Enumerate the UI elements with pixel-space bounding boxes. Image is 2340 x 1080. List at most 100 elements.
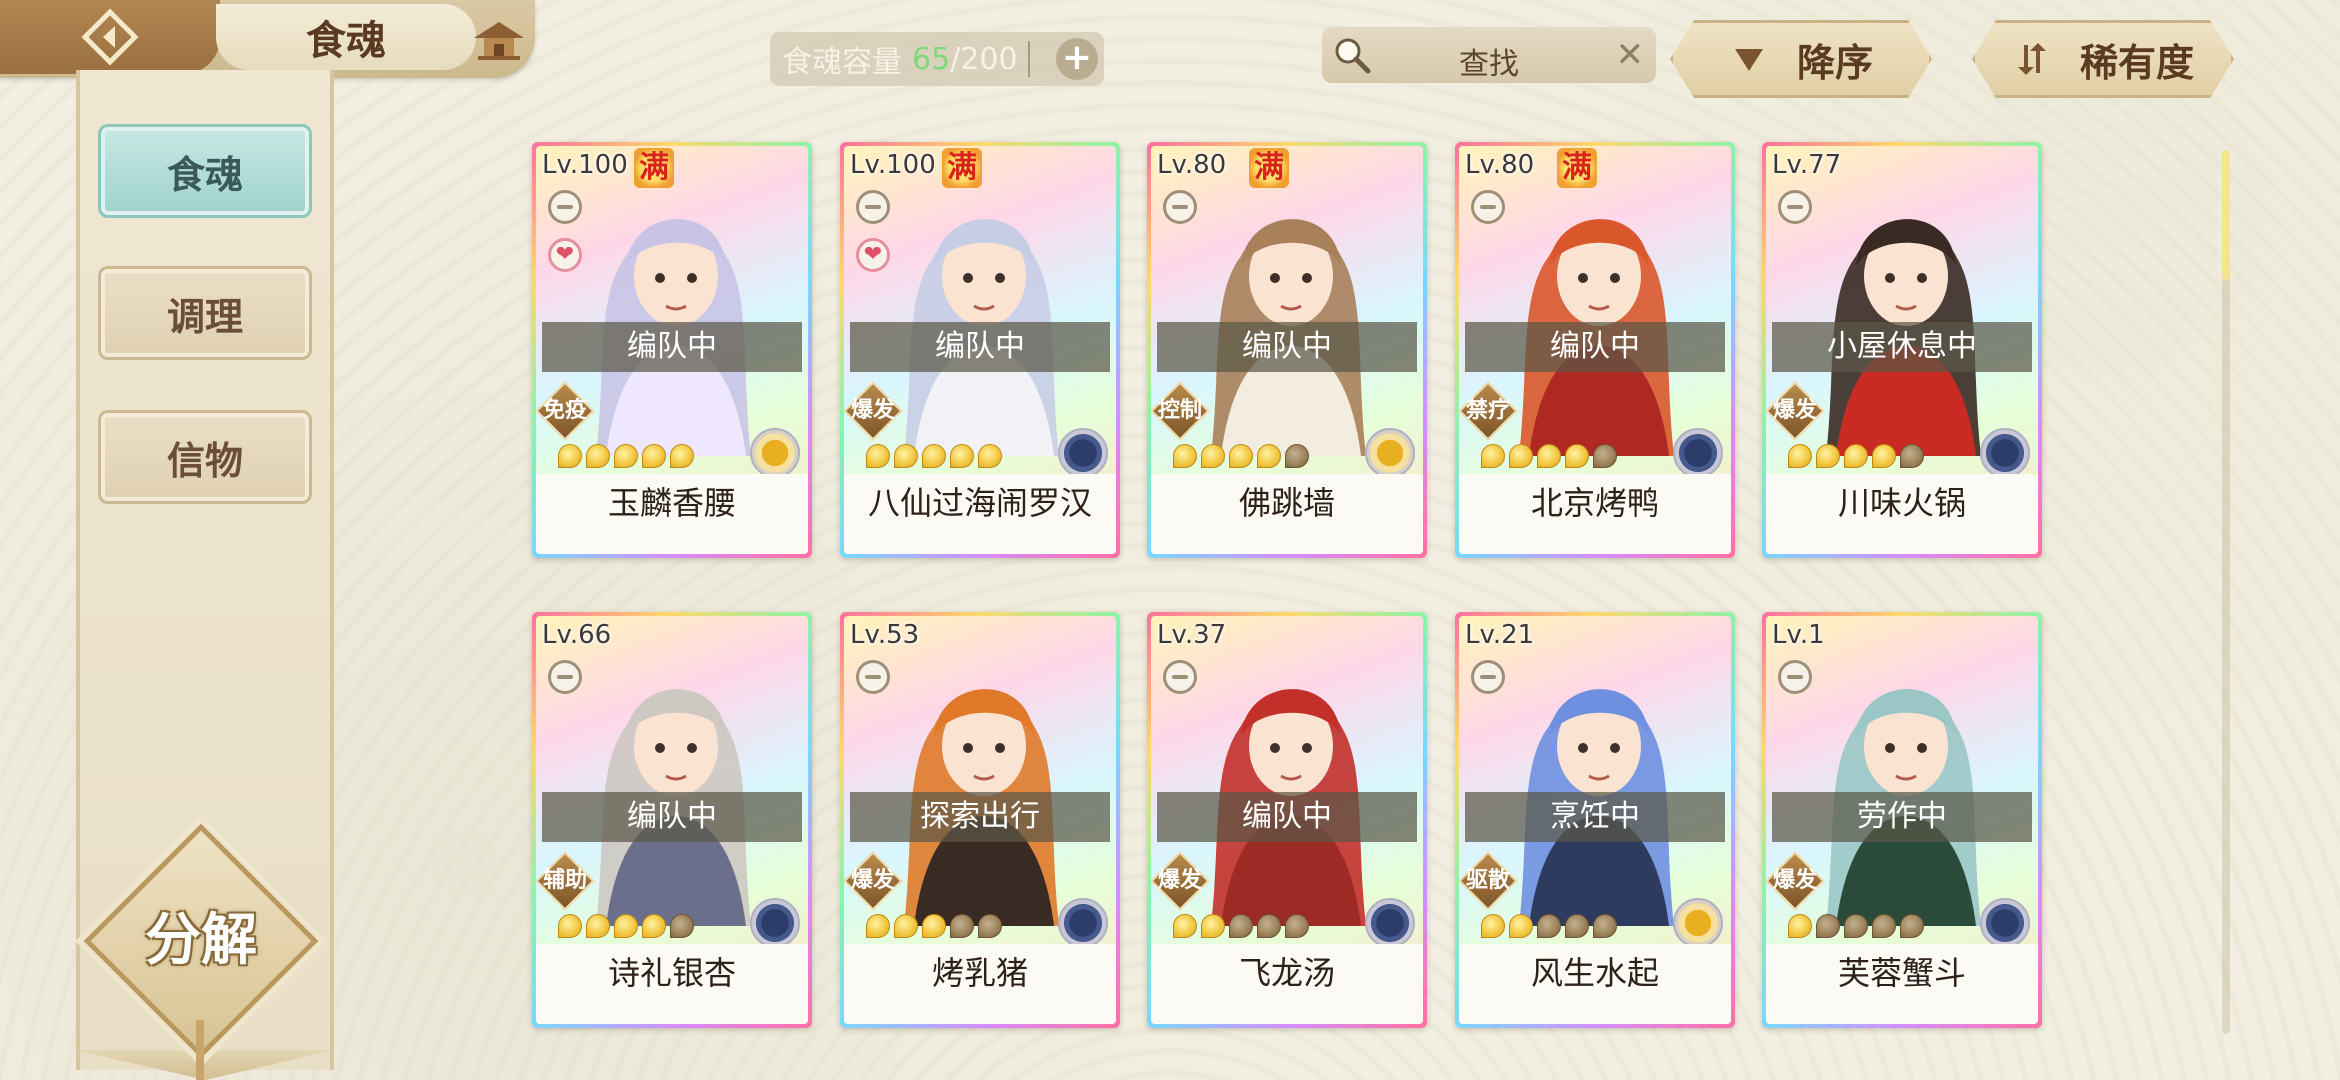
status-badge: 小屋休息中 (1772, 322, 2032, 372)
capacity-divider (1027, 41, 1030, 77)
star-rating (866, 914, 1006, 940)
food-soul-name: 北京烤鸭 (1530, 484, 1659, 522)
name-bar: 风生水起 (1459, 944, 1731, 1024)
tab-tokens[interactable]: 信物 (98, 410, 312, 504)
star-rating (1481, 444, 1621, 470)
bowl-icon[interactable] (856, 660, 890, 694)
name-bar: 佛跳墙 (1151, 474, 1423, 554)
level-label: Lv.53 (850, 620, 920, 650)
search-input[interactable]: 查找 (1322, 39, 1656, 83)
star-empty-icon (1816, 914, 1840, 938)
food-soul-card[interactable]: Lv.100 满 ❤ 编队中 爆发 八仙过海闹罗汉 (840, 142, 1120, 558)
status-badge: 编队中 (542, 322, 802, 372)
food-soul-card[interactable]: Lv.77 小屋休息中 爆发 川味火锅 (1762, 142, 2042, 558)
bowl-icon[interactable] (1163, 660, 1197, 694)
gold-leaf-icon (1673, 898, 1723, 948)
sort-key-button[interactable]: 稀有度 (1972, 20, 2234, 98)
star-empty-icon (1593, 444, 1617, 468)
bowl-icon[interactable] (548, 190, 582, 224)
food-soul-card[interactable]: Lv.80 满 编队中 控制 佛跳墙 (1147, 142, 1427, 558)
heart-icon[interactable]: ❤ (856, 238, 890, 272)
decompose-label[interactable]: 分解 (118, 900, 284, 980)
card-body: Lv.1 劳作中 爆发 芙蓉蟹斗 (1766, 616, 2038, 1024)
level-label: Lv.80 (1157, 150, 1227, 180)
bowl-icon[interactable] (1471, 660, 1505, 694)
back-arrow-icon (81, 8, 139, 66)
star-empty-icon (670, 914, 694, 938)
max-level-badge: 满 (634, 148, 674, 188)
star-filled-icon (950, 444, 974, 468)
clear-search-icon[interactable]: ✕ (1616, 35, 1645, 75)
navy-flower-icon (750, 898, 800, 948)
star-filled-icon (1565, 444, 1589, 468)
star-empty-icon (1900, 914, 1924, 938)
search-box[interactable]: 查找 ✕ (1322, 27, 1656, 83)
role-badge: 爆发 (1151, 851, 1210, 911)
star-filled-icon (922, 914, 946, 938)
role-label: 爆发 (850, 868, 895, 893)
capacity-max: 200 (960, 41, 1018, 77)
food-soul-card[interactable]: Lv.21 烹饪中 驱散 风生水起 (1455, 612, 1735, 1028)
bowl-icon[interactable] (1471, 190, 1505, 224)
star-filled-icon (1257, 444, 1281, 468)
food-soul-card[interactable]: Lv.37 编队中 爆发 飞龙汤 (1147, 612, 1427, 1028)
star-filled-icon (1201, 444, 1225, 468)
card-body: Lv.100 满 ❤ 编队中 免疫 玉麟香腰 (536, 146, 808, 554)
star-filled-icon (866, 444, 890, 468)
navy-flower-icon (1980, 428, 2030, 478)
name-bar: 北京烤鸭 (1459, 474, 1731, 554)
bowl-icon[interactable] (1778, 660, 1812, 694)
status-badge: 探索出行 (850, 792, 1110, 842)
role-label: 禁疗 (1465, 398, 1510, 423)
heart-icon[interactable]: ❤ (548, 238, 582, 272)
bowl-icon[interactable] (1778, 190, 1812, 224)
sort-key-label: 稀有度 (2079, 40, 2194, 85)
expand-capacity-button[interactable]: + (1056, 38, 1098, 80)
tab-food-souls[interactable]: 食魂 (98, 124, 312, 218)
star-filled-icon (894, 914, 918, 938)
food-soul-card[interactable]: Lv.100 满 ❤ 编队中 免疫 玉麟香腰 (532, 142, 812, 558)
swap-arrows-icon (2012, 39, 2052, 79)
food-soul-card[interactable]: Lv.1 劳作中 爆发 芙蓉蟹斗 (1762, 612, 2042, 1028)
star-filled-icon (1481, 914, 1505, 938)
star-filled-icon (922, 444, 946, 468)
name-bar: 飞龙汤 (1151, 944, 1423, 1024)
star-filled-icon (1509, 444, 1533, 468)
role-badge: 爆发 (844, 381, 903, 441)
scrollbar[interactable] (2222, 150, 2230, 1034)
tassel-ornament (196, 1020, 204, 1080)
role-label: 爆发 (850, 398, 895, 423)
food-soul-name: 烤乳猪 (931, 954, 1028, 992)
star-filled-icon (1788, 914, 1812, 938)
back-button[interactable] (0, 0, 220, 74)
star-filled-icon (642, 914, 666, 938)
food-soul-name: 飞龙汤 (1238, 954, 1335, 992)
level-label: Lv.80 (1465, 150, 1535, 180)
star-rating (1788, 444, 1928, 470)
status-badge: 劳作中 (1772, 792, 2032, 842)
bowl-icon[interactable] (856, 190, 890, 224)
status-badge: 烹饪中 (1465, 792, 1725, 842)
scrollbar-thumb[interactable] (2222, 150, 2230, 280)
sort-order-button[interactable]: 降序 (1670, 20, 1932, 98)
star-empty-icon (1257, 914, 1281, 938)
max-level-badge: 满 (1249, 148, 1289, 188)
star-filled-icon (1509, 914, 1533, 938)
bowl-icon[interactable] (548, 660, 582, 694)
pavilion-icon[interactable] (470, 16, 528, 64)
food-soul-card[interactable]: Lv.80 满 编队中 禁疗 北京烤鸭 (1455, 142, 1735, 558)
star-empty-icon (950, 914, 974, 938)
bowl-icon[interactable] (1163, 190, 1197, 224)
tab-tuning[interactable]: 调理 (98, 266, 312, 360)
navy-flower-icon (1980, 898, 2030, 948)
star-empty-icon (1285, 914, 1309, 938)
name-bar: 芙蓉蟹斗 (1766, 944, 2038, 1024)
star-filled-icon (1872, 444, 1896, 468)
role-badge: 免疫 (536, 381, 595, 441)
food-soul-card[interactable]: Lv.66 编队中 辅助 诗礼银杏 (532, 612, 812, 1028)
food-soul-card[interactable]: Lv.53 探索出行 爆发 烤乳猪 (840, 612, 1120, 1028)
star-rating (1173, 444, 1313, 470)
star-empty-icon (978, 914, 1002, 938)
star-empty-icon (1872, 914, 1896, 938)
food-soul-name: 诗礼银杏 (607, 954, 736, 992)
